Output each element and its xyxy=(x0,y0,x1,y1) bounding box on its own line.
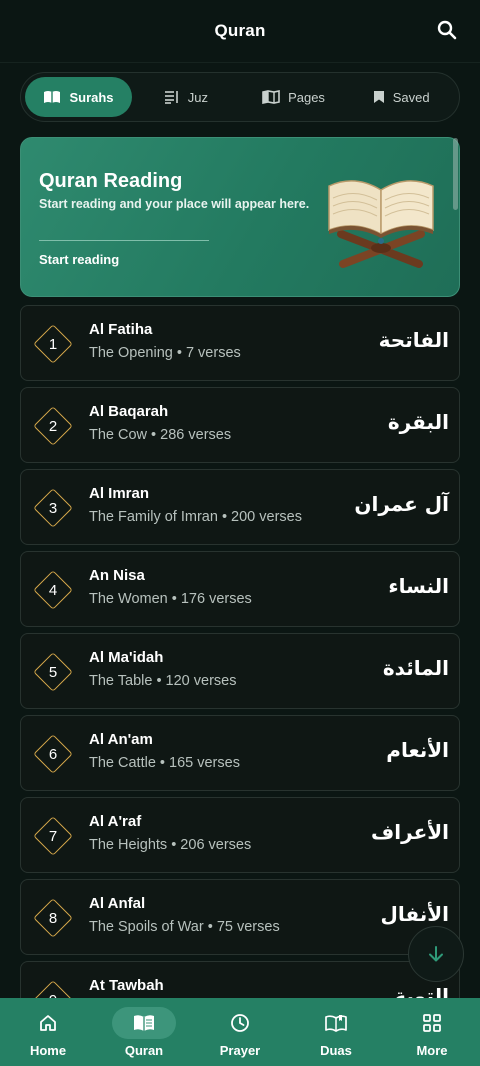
surah-name: Al Ma'idah xyxy=(89,649,164,666)
nav-label: Home xyxy=(29,1043,67,1058)
surah-arabic-name: آل عمران xyxy=(354,492,449,516)
nav-duas[interactable]: Duas xyxy=(288,998,384,1066)
surah-number-badge: 3 xyxy=(32,487,74,529)
quran-reading-card[interactable]: Quran Reading Start reading and your pla… xyxy=(20,137,460,297)
surah-meta: The Family of Imran • 200 verses xyxy=(89,509,302,525)
surah-arabic-name: البقرة xyxy=(387,410,449,434)
tab-surahs[interactable]: Surahs xyxy=(25,77,132,117)
home-icon xyxy=(40,1015,56,1031)
surah-arabic-name: النساء xyxy=(388,574,449,598)
surah-row[interactable]: 7 Al A'raf The Heights • 206 verses الأع… xyxy=(20,797,460,873)
clock-icon xyxy=(231,1014,249,1032)
surah-row[interactable]: 8 Al Anfal The Spoils of War • 75 verses… xyxy=(20,879,460,955)
surah-arabic-name: المائدة xyxy=(382,656,449,680)
surah-number-badge: 7 xyxy=(32,815,74,857)
surah-arabic-name: الأنعام xyxy=(386,738,449,762)
surah-meta: The Opening • 7 verses xyxy=(89,345,241,361)
bottom-navigation: Home Quran Prayer Duas More xyxy=(0,998,480,1066)
search-icon xyxy=(437,20,457,40)
surah-meta: The Cattle • 165 verses xyxy=(89,755,240,771)
tab-label: Juz xyxy=(187,89,208,105)
surah-number-badge: 2 xyxy=(32,405,74,447)
surah-number-badge: 1 xyxy=(32,323,74,365)
quran-book-illustration xyxy=(328,180,434,268)
surah-name: Al A'raf xyxy=(89,813,142,830)
surah-arabic-name: الأعراف xyxy=(371,820,449,844)
nav-label: Prayer xyxy=(219,1043,261,1058)
top-app-bar: Quran xyxy=(0,0,480,62)
book-open-icon xyxy=(44,91,61,103)
nav-label: Duas xyxy=(320,1043,352,1058)
surah-row[interactable]: 5 Al Ma'idah The Table • 120 verses الما… xyxy=(20,633,460,709)
nav-prayer[interactable]: Prayer xyxy=(192,998,288,1066)
surah-list-scroll[interactable]: Quran Reading Start reading and your pla… xyxy=(0,136,480,998)
surah-name: Al Fatiha xyxy=(89,321,153,338)
hero-subtitle: Start reading and your place will appear… xyxy=(39,197,310,211)
surah-meta: The Spoils of War • 75 verses xyxy=(89,919,280,935)
surah-meta: The Heights • 206 verses xyxy=(89,837,252,853)
scroll-down-button[interactable] xyxy=(408,926,464,982)
list-icon xyxy=(164,91,178,104)
surah-arabic-name: الأنفال xyxy=(380,902,449,926)
surah-row[interactable]: 3 Al Imran The Family of Imran • 200 ver… xyxy=(20,469,460,545)
tab-label: Surahs xyxy=(69,89,114,105)
surah-number-badge: 9 xyxy=(32,979,74,998)
bookmark-icon xyxy=(373,91,384,103)
surah-name: Al Imran xyxy=(89,485,150,502)
nav-label: More xyxy=(416,1043,448,1058)
surah-name: Al Baqarah xyxy=(89,403,169,420)
search-button[interactable] xyxy=(436,19,458,41)
header-divider xyxy=(0,62,480,63)
hero-title: Quran Reading xyxy=(39,170,183,192)
tab-pages[interactable]: Pages xyxy=(240,77,348,117)
hero-divider xyxy=(39,240,209,241)
surah-arabic-name: التوبة xyxy=(394,984,449,998)
tab-label: Saved xyxy=(392,89,430,105)
tab-label: Pages xyxy=(288,89,325,105)
map-book-icon xyxy=(262,90,280,104)
quran-icon xyxy=(134,1015,154,1031)
book-icon xyxy=(325,1015,347,1032)
surah-row[interactable]: 2 Al Baqarah The Cow • 286 verses البقرة xyxy=(20,387,460,463)
surah-meta: The Women • 176 verses xyxy=(89,591,252,607)
surah-row[interactable]: 1 Al Fatiha The Opening • 7 verses الفات… xyxy=(20,305,460,381)
surah-arabic-name: الفاتحة xyxy=(378,328,449,352)
nav-more[interactable]: More xyxy=(384,998,480,1066)
start-reading-link[interactable]: Start reading xyxy=(39,252,119,267)
surah-name: At Tawbah xyxy=(89,977,164,994)
scrollbar-thumb[interactable] xyxy=(453,138,458,210)
surah-number-badge: 8 xyxy=(32,897,74,939)
nav-quran[interactable]: Quran xyxy=(96,998,192,1066)
grid-icon xyxy=(423,1014,441,1032)
page-title: Quran xyxy=(214,21,266,40)
surah-name: Al An'am xyxy=(89,731,153,748)
quran-screen: Quran Surahs Juz Pages Saved Quran Readi… xyxy=(0,0,480,1066)
surah-number-badge: 5 xyxy=(32,651,74,693)
tab-juz[interactable]: Juz xyxy=(132,77,240,117)
tab-saved[interactable]: Saved xyxy=(347,77,455,117)
tab-bar: Surahs Juz Pages Saved xyxy=(20,72,460,122)
surah-row[interactable]: 4 An Nisa The Women • 176 verses النساء xyxy=(20,551,460,627)
surah-row[interactable]: 9 At Tawbah التوبة xyxy=(20,961,460,998)
surah-row[interactable]: 6 Al An'am The Cattle • 165 verses الأنع… xyxy=(20,715,460,791)
surah-name: An Nisa xyxy=(89,567,145,584)
surah-name: Al Anfal xyxy=(89,895,146,912)
surah-meta: The Table • 120 verses xyxy=(89,673,237,689)
nav-home[interactable]: Home xyxy=(0,998,96,1066)
surah-number-badge: 4 xyxy=(32,569,74,611)
surah-meta: The Cow • 286 verses xyxy=(89,427,232,443)
nav-label: Quran xyxy=(124,1043,164,1058)
arrow-down-icon xyxy=(429,946,443,962)
surah-number-badge: 6 xyxy=(32,733,74,775)
